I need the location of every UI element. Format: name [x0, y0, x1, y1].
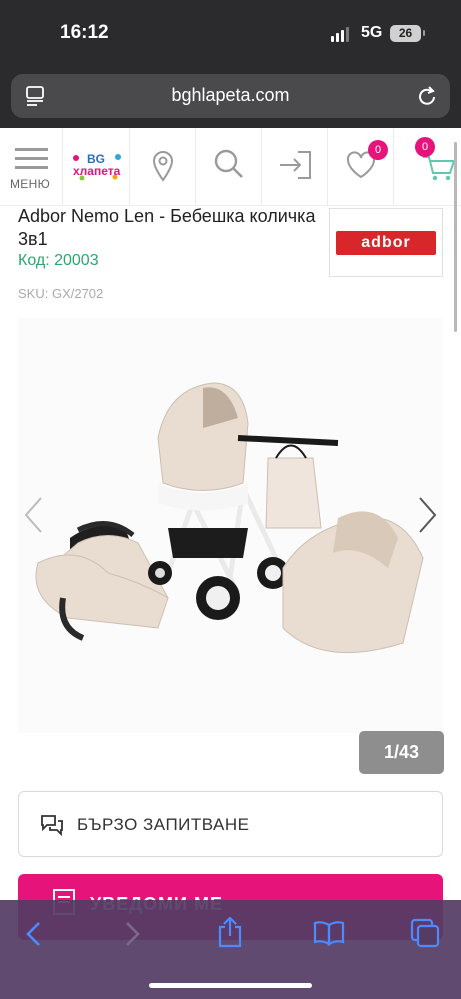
- battery-tip: [423, 30, 425, 36]
- gallery-prev-arrow[interactable]: [23, 496, 45, 539]
- wishlist-button[interactable]: 0: [328, 128, 394, 206]
- product-sku: SKU: GX/2702: [18, 286, 104, 301]
- chat-icon: [41, 815, 63, 837]
- forward-icon[interactable]: [122, 920, 142, 953]
- gallery-next-arrow[interactable]: [416, 496, 438, 539]
- search-button[interactable]: [196, 128, 262, 206]
- url-text[interactable]: bghlapeta.com: [11, 85, 450, 106]
- tabs-icon[interactable]: [410, 918, 440, 953]
- login-button[interactable]: [262, 128, 328, 206]
- search-icon: [214, 149, 243, 178]
- product-gallery[interactable]: [18, 318, 443, 733]
- cart-button[interactable]: 0: [394, 128, 461, 206]
- hamburger-icon: [15, 148, 48, 169]
- signal-icon: [331, 27, 349, 42]
- home-indicator: [149, 983, 312, 988]
- battery-icon: 26: [390, 25, 421, 42]
- cart-count-badge: 0: [415, 137, 435, 157]
- stroller-image: [35, 382, 424, 654]
- network-label: 5G: [361, 24, 383, 41]
- share-icon[interactable]: [216, 916, 244, 953]
- logo-text-bottom: хлапета: [73, 164, 121, 178]
- quick-inquiry-button[interactable]: БЪРЗО ЗАПИТВАНЕ: [18, 791, 443, 857]
- wishlist-count-badge: 0: [368, 140, 388, 160]
- bookmarks-icon[interactable]: [313, 920, 345, 951]
- reload-icon[interactable]: [416, 84, 438, 113]
- location-pin-icon: [152, 150, 174, 182]
- brand-logo: adbor: [336, 231, 436, 255]
- address-bar[interactable]: bghlapeta.com: [11, 74, 450, 118]
- location-button[interactable]: [130, 128, 196, 206]
- site-logo[interactable]: BG хлапета: [63, 128, 130, 206]
- browser-chrome: 16:12 5G 26 bghlapeta.com: [0, 0, 461, 128]
- cart-icon: [423, 156, 456, 181]
- page-scrollbar[interactable]: [454, 142, 457, 332]
- menu-label: МЕНЮ: [10, 177, 50, 191]
- quick-inquiry-label: БЪРЗО ЗАПИТВАНЕ: [77, 815, 250, 834]
- back-icon[interactable]: [24, 920, 44, 953]
- status-time: 16:12: [60, 22, 109, 43]
- product-code: Код: 20003: [18, 252, 99, 269]
- brand-logo-box[interactable]: adbor: [329, 208, 443, 277]
- gallery-counter: 1/43: [359, 731, 444, 774]
- login-icon: [280, 151, 311, 179]
- product-title: Adbor Nemo Len - Бебешка количка 3в1: [18, 206, 316, 249]
- menu-button[interactable]: МЕНЮ: [0, 128, 63, 206]
- site-header: МЕНЮ BG хлапета 0 0: [0, 128, 461, 206]
